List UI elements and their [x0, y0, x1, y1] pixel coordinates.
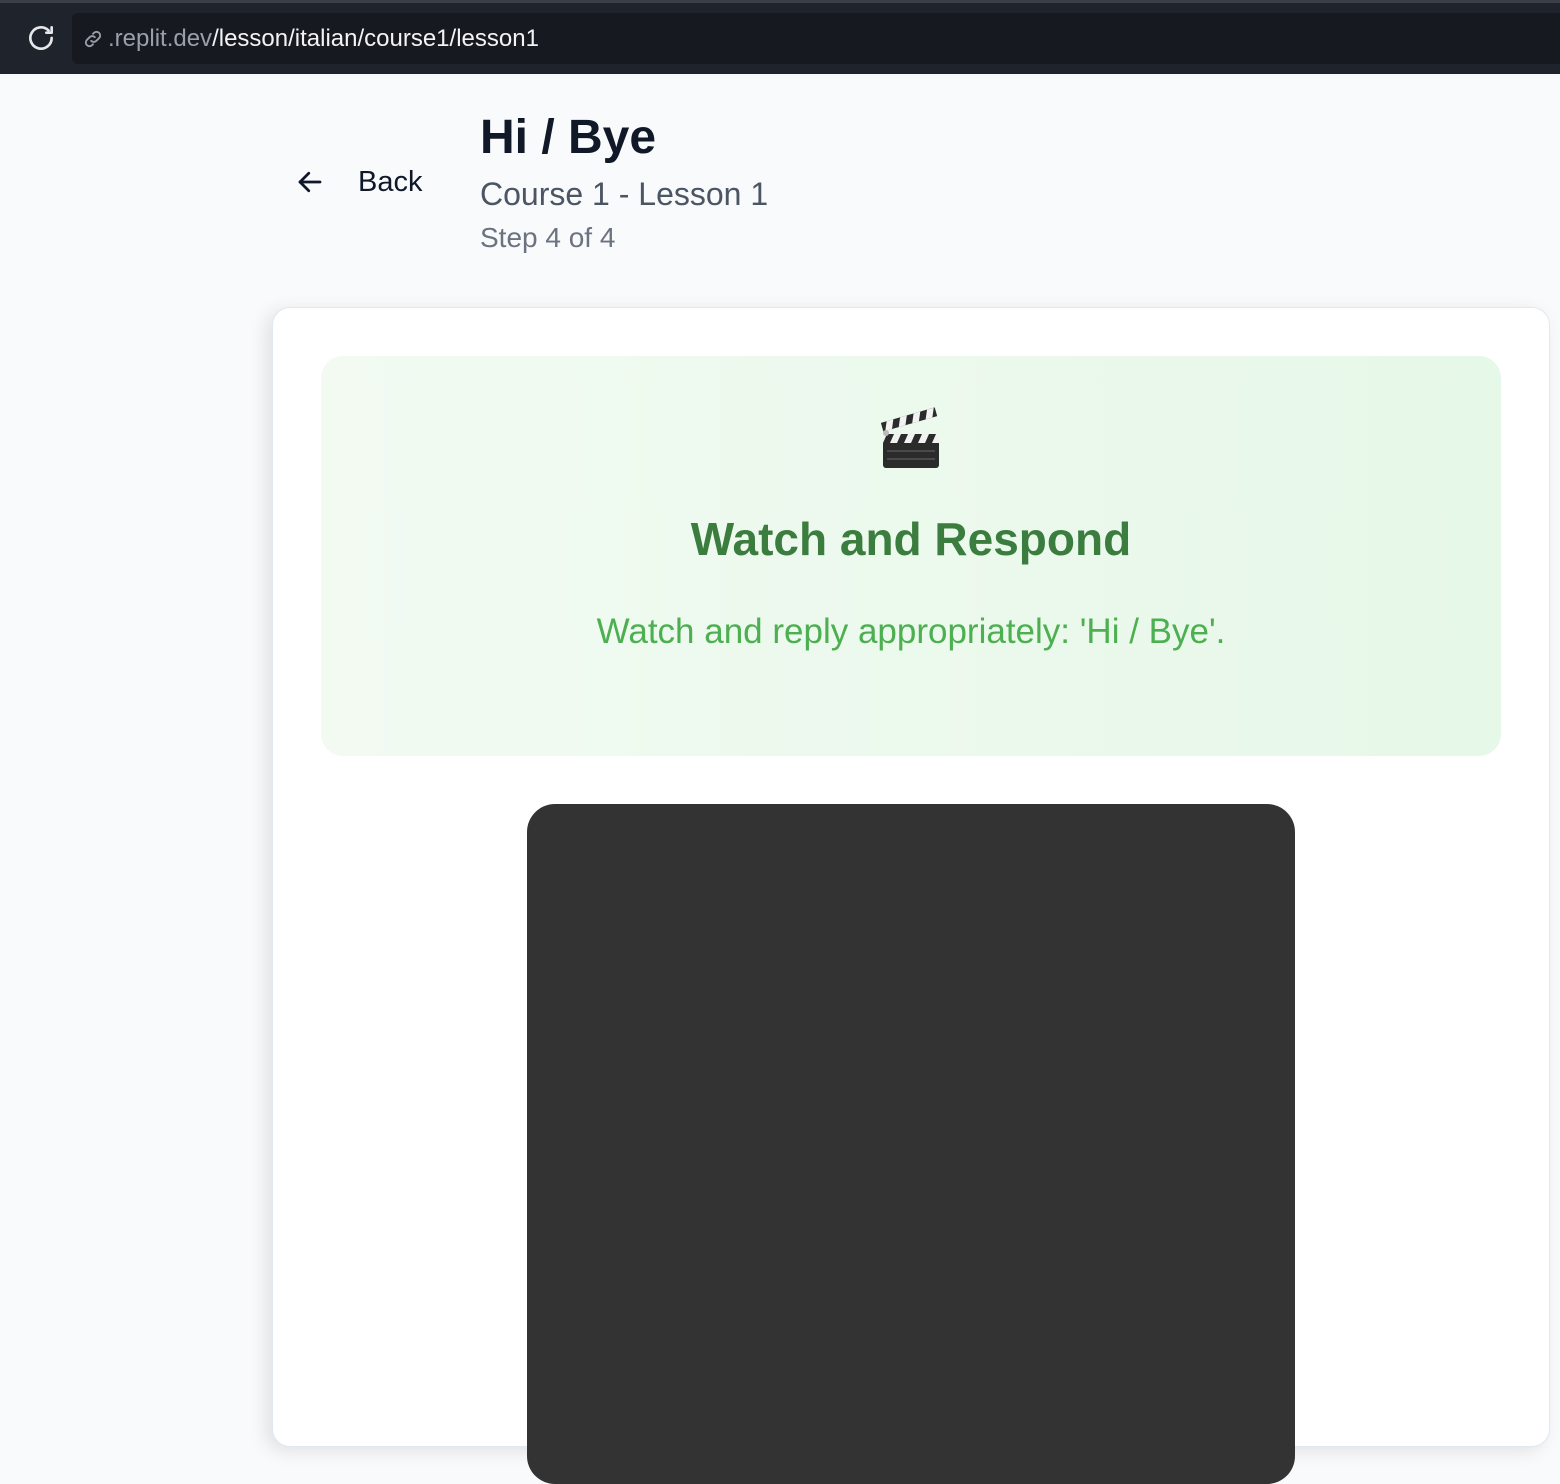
back-button[interactable]: Back — [290, 160, 422, 204]
link-icon — [80, 26, 106, 52]
lesson-subtitle: Course 1 - Lesson 1 — [480, 176, 769, 212]
lesson-card: Watch and Respond Watch and reply approp… — [272, 307, 1550, 1484]
reload-button[interactable] — [22, 21, 60, 59]
instruction-text: Watch and reply appropriately: 'Hi / Bye… — [596, 612, 1226, 651]
url-host: .replit.dev — [108, 24, 213, 52]
video-player[interactable] — [527, 804, 1295, 1484]
page-title: Hi / Bye — [480, 111, 657, 164]
instruction-title: Watch and Respond — [690, 513, 1132, 565]
address-bar[interactable]: .replit.dev/lesson/italian/course1/lesso… — [72, 13, 1560, 64]
instruction-panel: Watch and Respond Watch and reply approp… — [321, 356, 1501, 756]
step-indicator: Step 4 of 4 — [480, 222, 616, 253]
clapper-board-icon — [877, 406, 945, 474]
back-label: Back — [358, 165, 423, 198]
arrow-left-icon — [290, 162, 330, 202]
browser-toolbar: .replit.dev/lesson/italian/course1/lesso… — [0, 0, 1560, 74]
url-path: /lesson/italian/course1/lesson1 — [212, 24, 539, 52]
reload-icon — [25, 22, 57, 59]
